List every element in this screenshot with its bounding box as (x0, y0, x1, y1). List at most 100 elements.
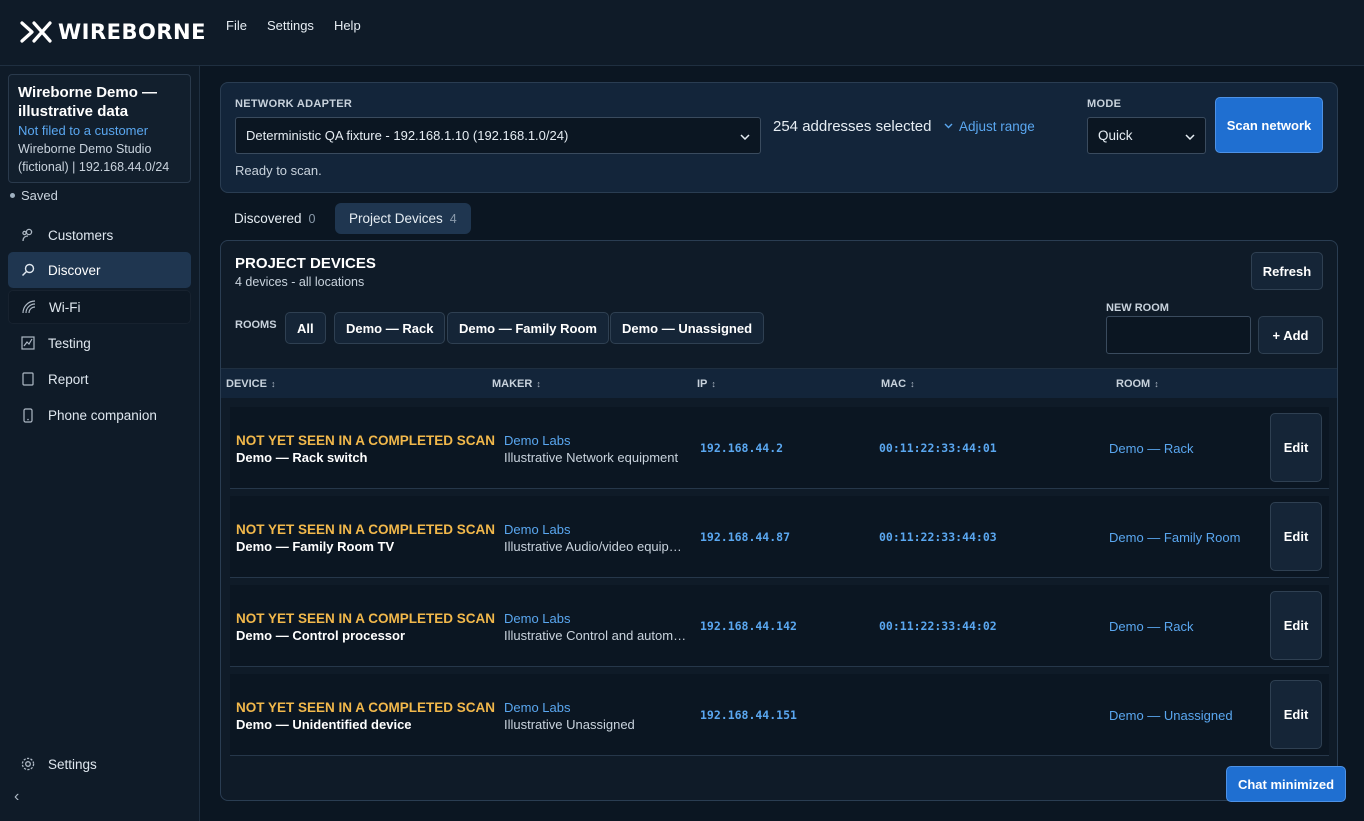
maker-description: Illustrative Control and autom… (504, 628, 687, 643)
device-warning: NOT YET SEEN IN A COMPLETED SCAN (236, 522, 496, 537)
chat-minimized-button[interactable]: Chat minimized (1226, 766, 1346, 802)
sidebar-item-label: Testing (48, 335, 91, 351)
scan-network-button[interactable]: Scan network (1215, 97, 1323, 153)
sidebar-item-discover[interactable]: Discover (8, 252, 191, 288)
mode-value: Quick (1098, 128, 1133, 143)
status-dot-icon (10, 193, 15, 198)
phone-icon (20, 407, 36, 423)
tab-label: Discovered (234, 211, 302, 226)
column-header-device[interactable]: DEVICE ↕ (226, 378, 275, 390)
sort-icon: ↕ (711, 379, 716, 389)
sidebar-item-label: Customers (48, 227, 114, 243)
device-ip[interactable]: 192.168.44.142 (700, 619, 797, 633)
new-room-input[interactable] (1106, 316, 1251, 354)
edit-button[interactable]: Edit (1270, 413, 1322, 482)
room-filter-rack[interactable]: Demo — Rack (334, 312, 446, 344)
device-name: Demo — Unidentified device (236, 717, 412, 732)
maker-link[interactable]: Demo Labs (504, 433, 570, 448)
column-header-label: DEVICE (226, 378, 267, 390)
logo-text: WIREBORNE (58, 20, 206, 44)
device-ip[interactable]: 192.168.44.87 (700, 530, 790, 544)
mode-select[interactable]: Quick (1087, 117, 1206, 154)
panel-title: PROJECT DEVICES (235, 255, 376, 272)
scan-status: Ready to scan. (235, 163, 322, 178)
customers-icon (20, 227, 36, 243)
column-header-maker[interactable]: MAKER ↕ (492, 378, 541, 390)
sort-icon: ↕ (536, 379, 541, 389)
search-icon (20, 262, 36, 278)
menu-help[interactable]: Help (334, 18, 361, 33)
menu-bar: File Settings Help (226, 18, 381, 33)
column-header-label: IP (697, 378, 708, 390)
device-ip[interactable]: 192.168.44.151 (700, 708, 797, 722)
device-room[interactable]: Demo — Rack (1109, 441, 1194, 456)
edit-button[interactable]: Edit (1270, 502, 1322, 571)
device-room[interactable]: Demo — Unassigned (1109, 708, 1233, 723)
device-mac[interactable]: 00:11:22:33:44:03 (879, 530, 997, 544)
project-card[interactable]: Wireborne Demo — illustrative data Not f… (8, 74, 191, 183)
gear-icon (20, 756, 36, 772)
device-room[interactable]: Demo — Family Room (1109, 530, 1240, 545)
tab-discovered[interactable]: Discovered 0 (220, 203, 329, 234)
sidebar: Wireborne Demo — illustrative data Not f… (0, 66, 200, 821)
device-room[interactable]: Demo — Rack (1109, 619, 1194, 634)
device-mac[interactable]: 00:11:22:33:44:02 (879, 619, 997, 633)
refresh-button[interactable]: Refresh (1251, 252, 1323, 290)
sidebar-item-settings[interactable]: Settings (8, 747, 191, 781)
menu-settings[interactable]: Settings (267, 18, 314, 33)
column-header-ip[interactable]: IP ↕ (697, 378, 716, 390)
sort-icon: ↕ (1154, 379, 1159, 389)
table-header: DEVICE ↕ MAKER ↕ IP ↕ MAC ↕ ROOM ↕ (221, 368, 1337, 398)
maker-link[interactable]: Demo Labs (504, 700, 570, 715)
menu-file[interactable]: File (226, 18, 247, 33)
panel-subtitle: 4 devices - all locations (235, 275, 365, 289)
sort-icon: ↕ (910, 379, 915, 389)
adjust-range-link[interactable]: Adjust range (944, 119, 1035, 134)
room-filter-unassigned[interactable]: Demo — Unassigned (610, 312, 765, 344)
maker-link[interactable]: Demo Labs (504, 522, 570, 537)
logo-mark-icon (20, 21, 52, 43)
sidebar-item-customers[interactable]: Customers (8, 218, 191, 252)
maker-link[interactable]: Demo Labs (504, 611, 570, 626)
device-name: Demo — Rack switch (236, 450, 368, 465)
project-title: Wireborne Demo — illustrative data (18, 84, 158, 120)
device-mac[interactable]: 00:11:22:33:44:01 (879, 441, 997, 455)
column-header-room[interactable]: ROOM ↕ (1116, 378, 1159, 390)
edit-button[interactable]: Edit (1270, 591, 1322, 660)
room-filter-family-room[interactable]: Demo — Family Room (447, 312, 609, 344)
scan-panel: NETWORK ADAPTER Deterministic QA fixture… (220, 82, 1338, 193)
project-devices-panel: PROJECT DEVICES 4 devices - all location… (220, 240, 1338, 801)
sidebar-item-label: Discover (48, 262, 101, 278)
collapse-sidebar-button[interactable]: ‹ (14, 788, 19, 806)
table-row: NOT YET SEEN IN A COMPLETED SCAN Demo — … (230, 407, 1329, 489)
maker-description: Illustrative Unassigned (504, 717, 635, 732)
device-warning: NOT YET SEEN IN A COMPLETED SCAN (236, 433, 496, 448)
customer-link[interactable]: Not filed to a customer (18, 122, 181, 140)
add-room-button[interactable]: + Add (1258, 316, 1323, 354)
save-status-text: Saved (21, 188, 58, 203)
room-filter-all[interactable]: All (285, 312, 326, 344)
rooms-label: ROOMS (235, 319, 277, 331)
device-ip[interactable]: 192.168.44.2 (700, 441, 783, 455)
sort-icon: ↕ (270, 379, 276, 389)
top-bar: WIREBORNE File Settings Help (0, 0, 1364, 66)
column-header-mac[interactable]: MAC ↕ (881, 378, 915, 390)
chart-icon (20, 335, 36, 351)
edit-button[interactable]: Edit (1270, 680, 1322, 749)
table-row: NOT YET SEEN IN A COMPLETED SCAN Demo — … (230, 585, 1329, 667)
addresses-selected: 254 addresses selected (773, 118, 932, 135)
sidebar-item-report[interactable]: Report (8, 362, 191, 396)
sidebar-item-phone-companion[interactable]: Phone companion (8, 398, 191, 432)
mode-label: MODE (1087, 98, 1122, 110)
adapter-select[interactable]: Deterministic QA fixture - 192.168.1.10 … (235, 117, 761, 154)
sidebar-item-label: Phone companion (48, 407, 157, 423)
tab-count: 0 (308, 211, 316, 226)
chevron-down-icon (740, 128, 750, 143)
sidebar-item-testing[interactable]: Testing (8, 326, 191, 360)
sidebar-item-label: Settings (48, 756, 97, 772)
table-row: NOT YET SEEN IN A COMPLETED SCAN Demo — … (230, 674, 1329, 756)
device-warning: NOT YET SEEN IN A COMPLETED SCAN (236, 700, 496, 715)
maker-description: Illustrative Network equipment (504, 450, 679, 465)
sidebar-item-wifi[interactable]: Wi-Fi (8, 290, 191, 324)
tab-project-devices[interactable]: Project Devices 4 (335, 203, 471, 234)
